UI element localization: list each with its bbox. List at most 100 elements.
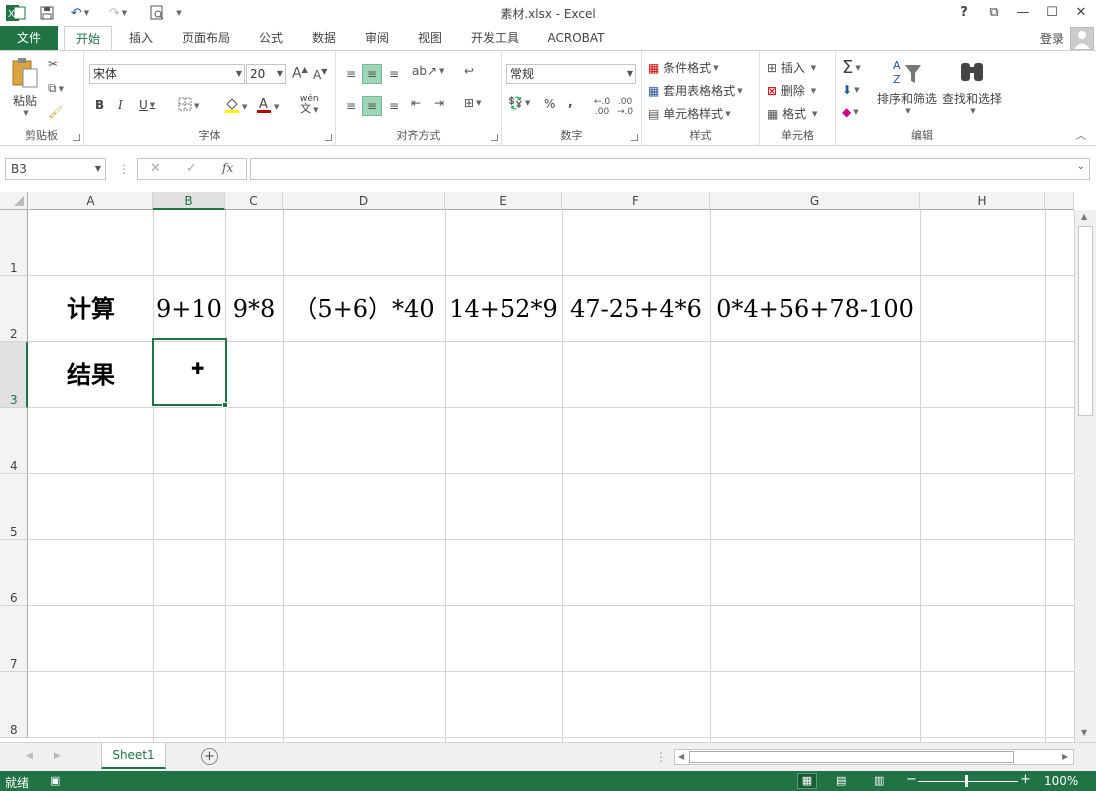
format-as-table-button[interactable]: ▦ 套用表格格式 ▼ — [648, 82, 743, 99]
merge-center-button[interactable]: ⊞ ▼ — [464, 96, 481, 110]
align-center-button[interactable]: ≡ — [362, 96, 382, 116]
decrease-indent-button[interactable]: ⇤ — [411, 96, 421, 110]
column-header-partial[interactable] — [1045, 192, 1074, 210]
zoom-slider[interactable] — [918, 781, 1018, 782]
wrap-text-button[interactable]: ↩ — [464, 64, 474, 78]
align-left-button[interactable]: ≡ — [342, 96, 360, 116]
number-launcher-icon[interactable] — [631, 134, 638, 141]
alignment-launcher-icon[interactable] — [491, 134, 498, 141]
tab-review[interactable]: 审阅 — [356, 26, 398, 51]
collapse-ribbon-button[interactable]: ︿ — [1076, 127, 1086, 142]
horizontal-scroll-thumb[interactable] — [689, 751, 1014, 763]
paste-button[interactable]: 粘贴 ▼ — [8, 57, 42, 117]
zoom-in-button[interactable]: + — [1020, 772, 1031, 787]
autosum-button[interactable]: Σ ▼ — [842, 57, 861, 78]
scroll-left-icon[interactable]: ◀ — [678, 752, 684, 761]
column-header-b[interactable]: B — [153, 192, 225, 210]
active-cell-b3[interactable] — [152, 338, 227, 406]
avatar[interactable] — [1070, 27, 1094, 50]
column-header-h[interactable]: H — [920, 192, 1045, 210]
orientation-button[interactable]: ab↗ ▼ — [412, 64, 444, 78]
row-header-3[interactable]: 3 — [0, 342, 28, 408]
decrease-decimal-button[interactable]: .00 →.0 — [617, 97, 633, 117]
conditional-formatting-button[interactable]: ▦ 条件格式 ▼ — [648, 59, 719, 76]
login-link[interactable]: 登录 — [1040, 30, 1064, 47]
scroll-right-icon[interactable]: ▶ — [1062, 752, 1068, 761]
column-header-a[interactable]: A — [29, 192, 153, 210]
fill-button[interactable]: ⬇ ▼ — [842, 83, 859, 97]
font-size-select[interactable]: 20 ▼ — [246, 64, 286, 84]
vertical-scrollbar[interactable]: ▲ ▼ — [1074, 210, 1096, 742]
row-header-1[interactable]: 1 — [0, 210, 28, 276]
increase-decimal-button[interactable]: ←.0.00 — [594, 97, 610, 117]
splitter-icon[interactable]: ⋮ — [655, 750, 667, 764]
enter-icon[interactable]: ✓ — [186, 161, 197, 176]
row-header-5[interactable]: 5 — [0, 474, 28, 540]
vertical-scroll-thumb[interactable] — [1078, 226, 1093, 416]
minimize-button[interactable]: — — [1012, 3, 1034, 23]
row-header-2[interactable]: 2 — [0, 276, 28, 342]
column-header-g[interactable]: G — [710, 192, 920, 210]
new-sheet-button[interactable]: + — [201, 748, 218, 765]
clear-button[interactable]: ◆ ▼ — [842, 105, 859, 119]
macro-record-icon[interactable]: ▣ — [50, 774, 60, 787]
next-sheet-icon[interactable]: ▶ — [54, 751, 61, 761]
percent-button[interactable]: % — [544, 97, 555, 111]
borders-button[interactable]: ▼ — [178, 97, 199, 114]
help-button[interactable]: ? — [953, 3, 975, 23]
cell-c2[interactable]: 9*8 — [225, 276, 283, 342]
fill-handle[interactable] — [222, 402, 228, 408]
align-top-button[interactable]: ≡ — [342, 64, 360, 84]
row-header-7[interactable]: 7 — [0, 606, 28, 672]
select-all-button[interactable] — [0, 192, 28, 210]
column-header-d[interactable]: D — [283, 192, 445, 210]
column-header-e[interactable]: E — [445, 192, 562, 210]
cell-f2[interactable]: 47-25+4*6 — [562, 276, 710, 342]
cancel-icon[interactable]: ✕ — [150, 161, 161, 176]
tab-file[interactable]: 文件 — [0, 26, 58, 51]
underline-button[interactable]: U ▼ — [139, 98, 155, 112]
worksheet-grid[interactable]: A B C D E F G H 1 2 3 4 5 6 7 8 计算 9+10 … — [0, 189, 1096, 742]
zoom-out-button[interactable]: − — [906, 772, 917, 787]
page-layout-view-icon[interactable]: ▤ — [836, 774, 846, 787]
format-cells-button[interactable]: ▦ 格式 ▼ — [767, 105, 817, 122]
sort-filter-button[interactable]: AZ 排序和筛选 ▼ — [876, 57, 938, 115]
cut-button[interactable]: ✂ — [48, 57, 58, 71]
find-select-button[interactable]: 查找和选择 ▼ — [940, 57, 1004, 115]
zoom-level[interactable]: 100% — [1044, 774, 1078, 788]
insert-cells-button[interactable]: ⊞ 插入 ▼ — [767, 59, 816, 76]
align-right-button[interactable]: ≡ — [385, 96, 403, 116]
cell-a2[interactable]: 计算 — [29, 276, 153, 342]
number-format-select[interactable]: 常规 ▼ — [506, 64, 636, 84]
close-button[interactable]: ✕ — [1070, 3, 1092, 23]
prev-sheet-icon[interactable]: ◀ — [26, 751, 33, 761]
align-bottom-button[interactable]: ≡ — [385, 64, 403, 84]
tab-view[interactable]: 视图 — [409, 26, 451, 51]
maximize-button[interactable]: ☐ — [1041, 3, 1063, 23]
decrease-font-button[interactable]: A▼ — [313, 67, 327, 82]
tab-home[interactable]: 开始 — [64, 26, 112, 51]
phonetic-button[interactable]: wén 文 ▼ — [300, 94, 319, 115]
increase-indent-button[interactable]: ⇥ — [434, 96, 444, 110]
tab-page-layout[interactable]: 页面布局 — [175, 26, 237, 51]
tab-developer[interactable]: 开发工具 — [463, 26, 527, 51]
cell-e2[interactable]: 14+52*9 — [445, 276, 562, 342]
row-header-6[interactable]: 6 — [0, 540, 28, 606]
cell-g2[interactable]: 0*4+56+78-100 — [710, 276, 920, 342]
row-header-4[interactable]: 4 — [0, 408, 28, 474]
tab-insert[interactable]: 插入 — [120, 26, 162, 51]
clipboard-launcher-icon[interactable] — [73, 134, 80, 141]
delete-cells-button[interactable]: ⊠ 删除 ▼ — [767, 82, 816, 99]
ribbon-display-options-button[interactable]: ⧉ — [983, 3, 1005, 23]
tab-acrobat[interactable]: ACROBAT — [540, 26, 612, 51]
formula-input[interactable]: ⌄ — [250, 158, 1090, 180]
format-painter-button[interactable]: 🖌 — [48, 105, 63, 119]
sheet-tab-sheet1[interactable]: Sheet1 — [101, 743, 166, 769]
bold-button[interactable]: B — [95, 98, 104, 112]
zoom-slider-thumb[interactable] — [965, 775, 968, 787]
cell-styles-button[interactable]: ▤ 单元格样式 ▼ — [648, 105, 731, 122]
expand-formula-icon[interactable]: ⌄ — [1077, 161, 1085, 172]
italic-button[interactable]: I — [118, 98, 123, 112]
copy-button[interactable]: ⧉ ▼ — [48, 81, 64, 96]
insert-function-button[interactable]: fx — [222, 161, 233, 175]
